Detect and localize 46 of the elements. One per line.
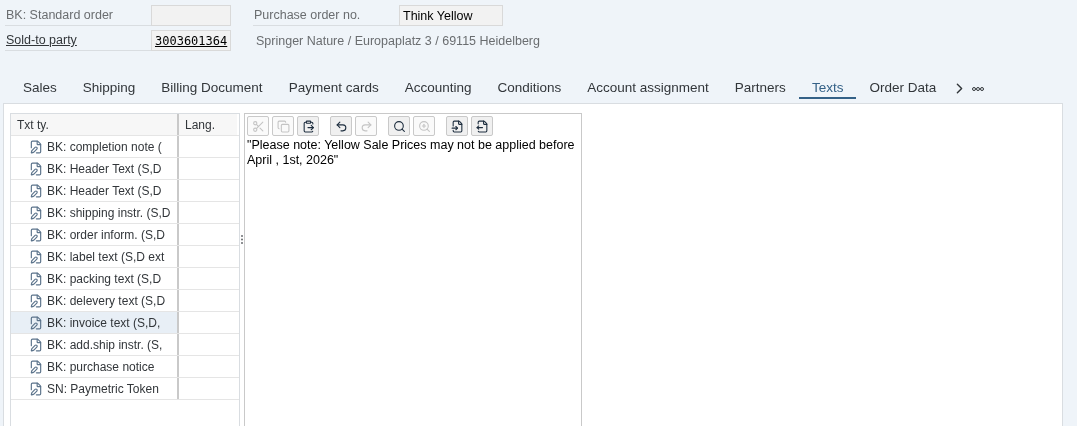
splitter-handle[interactable] [241,235,243,244]
tab[interactable]: Account assignment [574,78,722,99]
text-type-item[interactable]: BK: invoice text (S,D, [11,312,179,333]
edit-document-icon [29,249,43,264]
column-header: Lang. [179,114,237,135]
tab[interactable]: Sales [10,78,70,99]
edit-document-icon [29,227,43,242]
edit-document-icon [29,139,43,154]
column-header: Txt ty. [11,114,179,135]
export-button[interactable] [471,116,493,136]
edit-document-icon [29,271,43,286]
edit-document-icon [29,161,43,176]
tab[interactable]: Accounting [391,78,485,99]
tab[interactable]: Partners [721,78,799,99]
paste-button[interactable] [297,116,319,136]
edit-document-icon [29,359,43,374]
export-icon [475,119,489,133]
copy-icon [276,119,290,133]
edit-document-icon [29,293,43,308]
edit-document-icon [29,183,43,198]
import-icon [450,119,464,133]
sold-to-description: Springer Nature / Europaplatz 3 / 69115 Heidelberg [255,32,540,50]
more-icon [972,86,985,91]
tab[interactable]: Payment cards [275,78,392,99]
edit-document-icon [29,337,43,352]
find-next-icon [417,119,431,133]
paste-icon [301,119,315,133]
import-button[interactable] [446,116,468,136]
find-icon [392,119,406,133]
text-editor[interactable]: "Please note: Yellow Sale Prices may not be applied before April , 1st, 2026" [245,138,581,168]
cut-icon [251,119,265,133]
edit-document-icon [29,315,43,330]
tab[interactable]: Texts [798,78,857,99]
tab[interactable]: Order Data [856,78,950,99]
undo-button[interactable] [330,116,352,136]
find-button[interactable] [388,116,410,136]
purchase-order-field[interactable]: Think Yellow [399,5,503,26]
redo-icon [359,119,373,133]
sold-to-field[interactable]: 3003601364 [151,30,232,51]
undo-icon [334,119,348,133]
edit-document-icon [29,205,43,220]
order-type-field[interactable] [151,5,231,26]
tab[interactable]: Conditions [484,78,575,99]
tab[interactable]: Billing Document [148,78,276,99]
edit-document-icon [29,381,43,396]
tab[interactable]: Shipping [69,78,149,99]
